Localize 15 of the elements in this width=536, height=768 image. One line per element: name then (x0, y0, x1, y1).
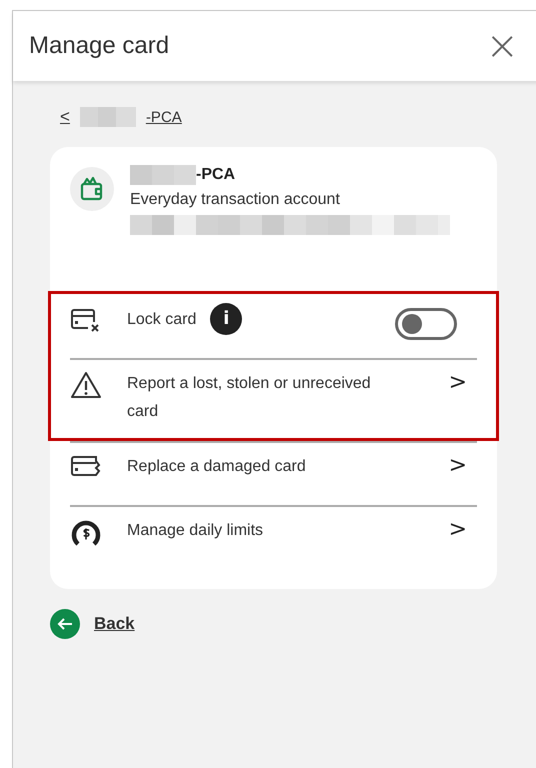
action-row[interactable]: Report a lost, stolen or unreceived card > (48, 358, 499, 438)
action-label: Replace a damaged card (127, 457, 306, 477)
action-label: Lock card (127, 310, 196, 330)
dialog-title: Manage card (29, 32, 170, 60)
chevron: > (448, 370, 467, 395)
breadcrumb-link[interactable]: < -PCA (60, 107, 182, 127)
action-label: Manage daily limits (127, 521, 264, 541)
chevron: > (448, 453, 467, 478)
account-type: Everyday transaction account (130, 191, 341, 209)
account-name: -PCA (196, 166, 236, 184)
close-button[interactable]: × (479, 26, 525, 66)
back-link[interactable]: Back (94, 614, 135, 634)
action-label: Report a lost, stolen or unreceived card (127, 374, 372, 422)
info-icon[interactable]: i (210, 303, 242, 335)
chevron: > (448, 517, 467, 542)
